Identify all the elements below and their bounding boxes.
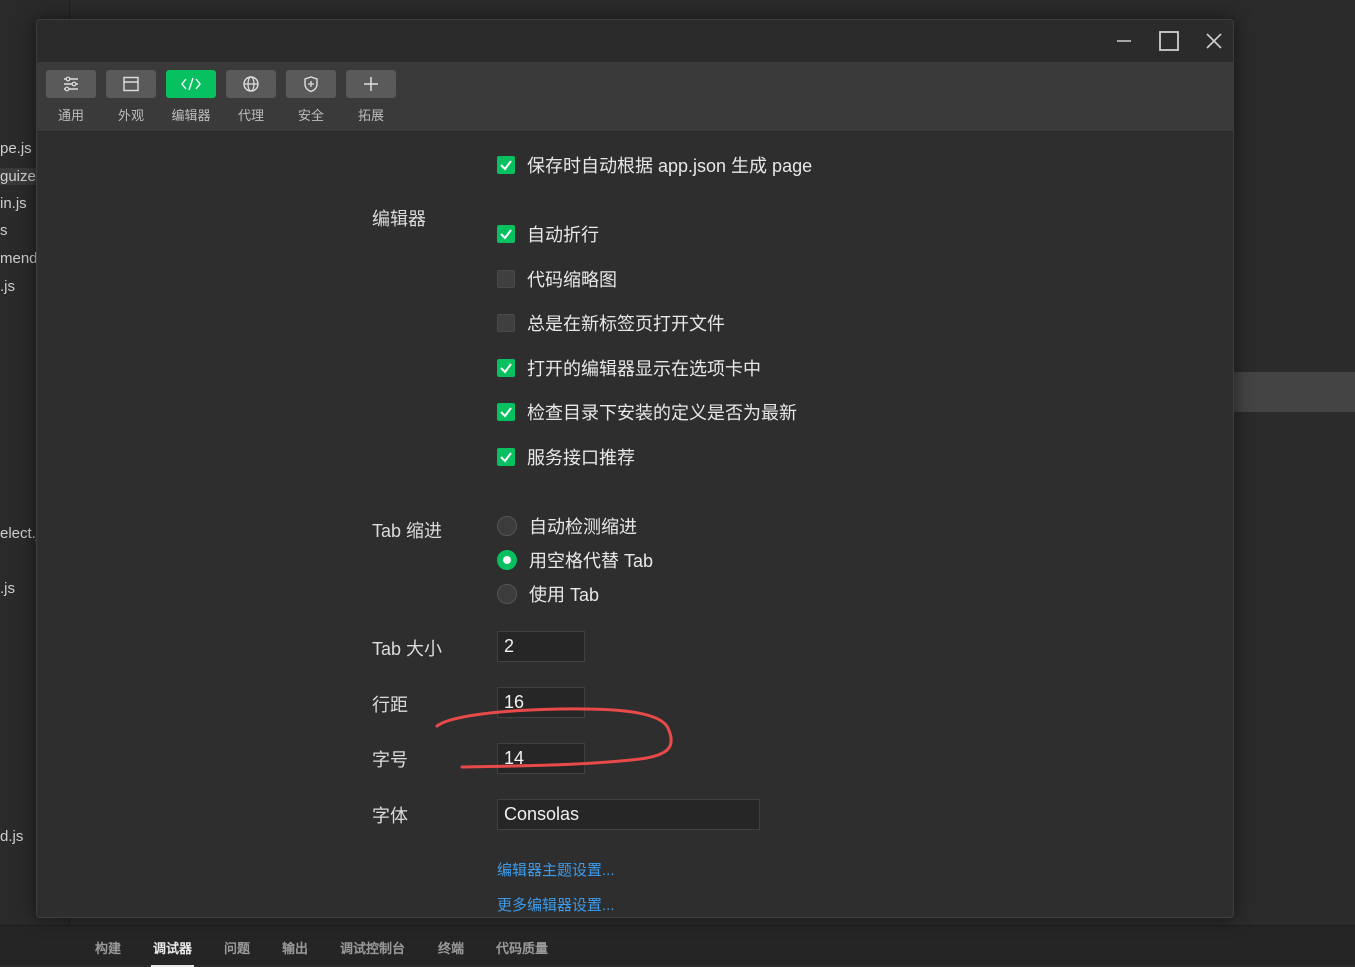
settings-content: 保存时自动根据 app.json 生成 page 编辑器 自动折行 代码缩略图 … <box>37 132 1233 918</box>
tab-label: 安全 <box>286 105 336 124</box>
tab-label: 拓展 <box>346 105 396 124</box>
shield-icon <box>286 70 336 98</box>
editor-option[interactable]: 自动折行 <box>497 223 599 245</box>
file-item[interactable]: pe.js <box>0 140 32 157</box>
file-item[interactable]: .js <box>0 278 15 295</box>
globe-icon <box>226 70 276 98</box>
minimize-button[interactable] <box>1111 28 1137 54</box>
sliders-icon <box>46 70 96 98</box>
indent-option[interactable]: 自动检测缩进 <box>497 515 637 537</box>
checkbox[interactable] <box>497 270 515 288</box>
plus-icon <box>346 70 396 98</box>
indent-option[interactable]: 用空格代替 Tab <box>497 549 653 571</box>
tab-build[interactable]: 构建 <box>95 938 121 957</box>
option-label: 自动折行 <box>527 221 599 247</box>
tab-security[interactable]: 安全 <box>286 70 336 124</box>
option-label: 保存时自动根据 app.json 生成 page <box>527 152 812 178</box>
indent-option[interactable]: 使用 Tab <box>497 583 599 605</box>
settings-toolbar: 通用 外观 编辑器 代理 安全 <box>37 62 1233 132</box>
file-item[interactable]: elect.j <box>0 525 39 542</box>
close-button[interactable] <box>1201 28 1227 54</box>
tab-output[interactable]: 输出 <box>282 938 308 957</box>
option-label: 总是在新标签页打开文件 <box>527 310 725 336</box>
tab-extensions[interactable]: 拓展 <box>346 70 396 124</box>
option-label: 使用 Tab <box>529 581 599 607</box>
tab-label: 通用 <box>46 105 96 124</box>
check-icon <box>499 361 513 375</box>
tab-code-quality[interactable]: 代码质量 <box>496 938 548 957</box>
checkbox[interactable] <box>497 359 515 377</box>
line-height-input[interactable] <box>497 687 585 718</box>
section-label-line-height: 行距 <box>372 691 408 717</box>
radio-button[interactable] <box>497 550 517 570</box>
tab-size-input[interactable] <box>497 631 585 662</box>
section-label-font-size: 字号 <box>372 746 408 772</box>
file-item[interactable]: in.js <box>0 195 27 212</box>
section-label-font-family: 字体 <box>372 802 408 828</box>
tab-label: 外观 <box>106 105 156 124</box>
file-item[interactable]: mend <box>0 250 38 267</box>
editor-theme-link[interactable]: 编辑器主题设置... <box>497 859 615 880</box>
tab-debug-console[interactable]: 调试控制台 <box>340 938 405 957</box>
checkbox[interactable] <box>497 314 515 332</box>
check-icon <box>499 227 513 241</box>
file-item[interactable]: s <box>0 222 8 239</box>
dialog-titlebar <box>37 20 1233 62</box>
section-label-tab-size: Tab 大小 <box>372 635 442 661</box>
checkbox[interactable] <box>497 156 515 174</box>
layout-icon <box>106 70 156 98</box>
background-highlight-row <box>1234 372 1355 412</box>
editor-option[interactable]: 检查目录下安装的定义是否为最新 <box>497 401 797 423</box>
editor-option[interactable]: 代码缩略图 <box>497 268 617 290</box>
checkbox[interactable] <box>497 403 515 421</box>
auto-page-option[interactable]: 保存时自动根据 app.json 生成 page <box>497 154 812 176</box>
tab-problems[interactable]: 问题 <box>224 938 250 957</box>
editor-option[interactable]: 打开的编辑器显示在选项卡中 <box>497 357 761 379</box>
minimize-icon <box>1115 32 1133 50</box>
file-item[interactable]: .js <box>0 580 15 597</box>
code-icon <box>166 70 216 98</box>
tab-label: 编辑器 <box>166 105 216 124</box>
check-icon <box>499 158 513 172</box>
close-icon <box>1204 31 1224 51</box>
section-label-editor: 编辑器 <box>372 205 426 231</box>
radio-button[interactable] <box>497 584 517 604</box>
editor-option[interactable]: 总是在新标签页打开文件 <box>497 312 725 334</box>
option-label: 打开的编辑器显示在选项卡中 <box>527 355 761 381</box>
check-icon <box>499 450 513 464</box>
file-item[interactable]: d.js <box>0 828 23 845</box>
radio-button[interactable] <box>497 516 517 536</box>
tab-appearance[interactable]: 外观 <box>106 70 156 124</box>
option-label: 检查目录下安装的定义是否为最新 <box>527 399 797 425</box>
tab-editor[interactable]: 编辑器 <box>166 70 216 124</box>
settings-dialog: 通用 外观 编辑器 代理 安全 <box>36 19 1234 918</box>
tab-general[interactable]: 通用 <box>46 70 96 124</box>
section-label-tab-indent: Tab 缩进 <box>372 517 442 543</box>
tab-debugger[interactable]: 调试器 <box>153 938 192 957</box>
more-editor-settings-link[interactable]: 更多编辑器设置... <box>497 894 615 915</box>
font-family-input[interactable] <box>497 799 760 830</box>
option-label: 自动检测缩进 <box>529 513 637 539</box>
checkbox[interactable] <box>497 448 515 466</box>
editor-option[interactable]: 服务接口推荐 <box>497 446 635 468</box>
checkbox[interactable] <box>497 225 515 243</box>
tab-label: 代理 <box>226 105 276 124</box>
font-size-input[interactable] <box>497 743 585 774</box>
option-label: 代码缩略图 <box>527 266 617 292</box>
maximize-icon <box>1158 30 1180 52</box>
bottom-panel-tabs: 构建 调试器 问题 输出 调试控制台 终端 代码质量 <box>0 925 1355 965</box>
tab-terminal[interactable]: 终端 <box>438 938 464 957</box>
check-icon <box>499 405 513 419</box>
option-label: 用空格代替 Tab <box>529 547 653 573</box>
option-label: 服务接口推荐 <box>527 444 635 470</box>
tab-proxy[interactable]: 代理 <box>226 70 276 124</box>
maximize-button[interactable] <box>1156 28 1182 54</box>
